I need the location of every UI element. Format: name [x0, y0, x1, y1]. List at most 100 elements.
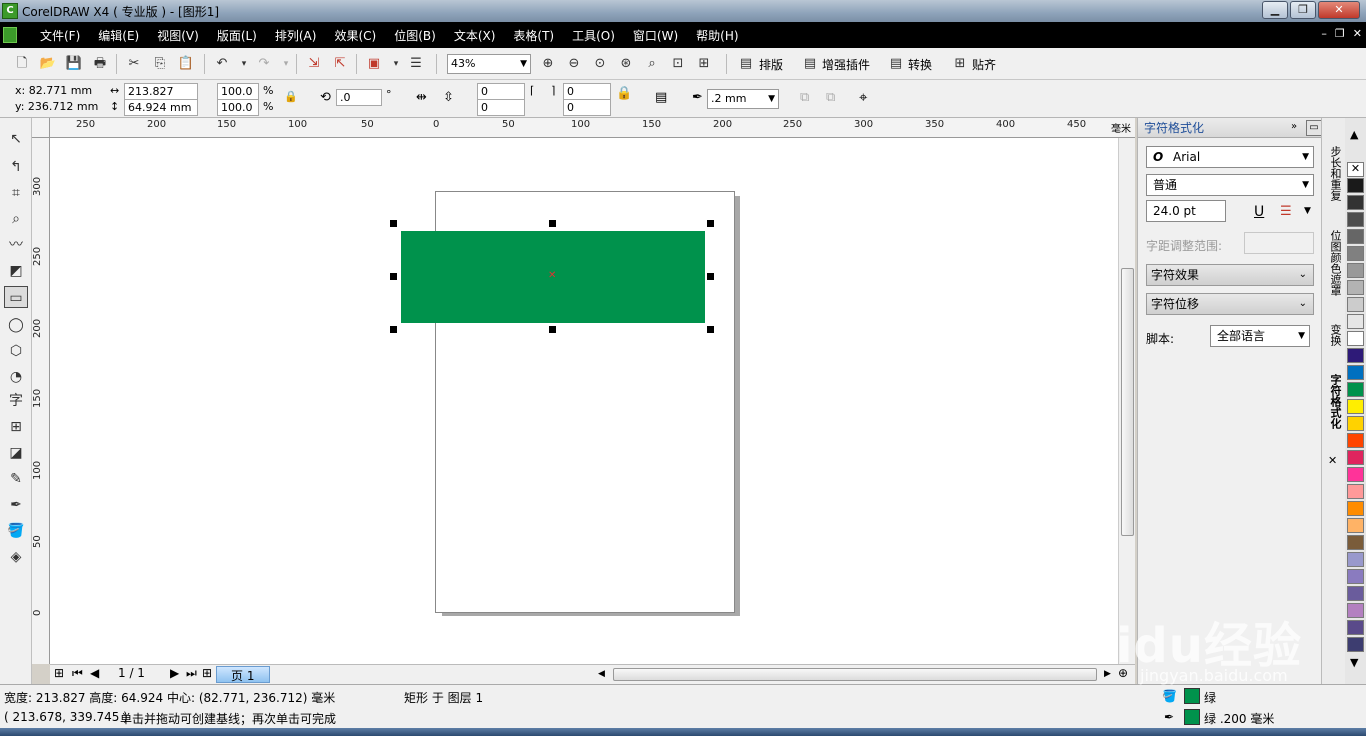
docker-expand-icon[interactable]: » — [1286, 120, 1302, 136]
color-swatch[interactable] — [1347, 501, 1364, 516]
page-tab-1[interactable]: 页 1 — [216, 666, 270, 683]
selection-handle[interactable] — [707, 220, 714, 227]
zoom-selected-icon[interactable]: ⊙ — [590, 54, 610, 74]
underline-icon[interactable]: U — [1254, 204, 1264, 220]
typeset-icon[interactable]: ▤ — [736, 54, 756, 74]
smart-fill-tool-icon[interactable]: ◩ — [4, 260, 28, 282]
selection-handle[interactable] — [549, 326, 556, 333]
print-icon[interactable]: 🖶 — [90, 54, 110, 74]
text-tool-icon[interactable]: 字 — [4, 390, 28, 412]
enhance-plugin-button[interactable]: 增强插件 — [822, 56, 870, 73]
close-tab-icon[interactable]: ✕ — [1328, 454, 1337, 467]
character-shift-section[interactable]: 字符位移 ⌄ — [1146, 293, 1314, 315]
scroll-left-icon[interactable]: ◀ — [598, 669, 605, 679]
color-swatch[interactable] — [1347, 569, 1364, 584]
color-swatch[interactable] — [1347, 246, 1364, 261]
script-select[interactable]: 全部语言 ▼ — [1210, 325, 1310, 347]
font-style-select[interactable]: 普通 ▼ — [1146, 174, 1314, 196]
horizontal-ruler[interactable]: 250 200 150 100 50 0 50 100 150 200 250 … — [50, 118, 1135, 138]
welcome-screen-icon[interactable]: ☰ — [406, 54, 426, 74]
outline-width-select[interactable]: .2 mm ▼ — [707, 89, 779, 109]
rotation-angle-field[interactable]: .0 — [336, 89, 382, 106]
rotation-center-icon[interactable]: ✕ — [548, 270, 556, 281]
selection-handle[interactable] — [707, 273, 714, 280]
lock-ratio-icon[interactable]: 🔒 — [284, 90, 298, 103]
color-swatch[interactable] — [1347, 195, 1364, 210]
interactive-fill-tool-icon[interactable]: ◈ — [4, 546, 28, 568]
scale-width-field[interactable]: 100.0 — [217, 83, 259, 100]
eyedropper-tool-icon[interactable]: ✎ — [4, 468, 28, 490]
selection-handle[interactable] — [390, 220, 397, 227]
menu-window[interactable]: 窗口(W) — [624, 27, 687, 44]
zoom-out-icon[interactable]: ⊖ — [564, 54, 584, 74]
copy-icon[interactable]: ⎘ — [150, 54, 170, 74]
menu-view[interactable]: 视图(V) — [148, 27, 208, 44]
cut-icon[interactable]: ✂ — [124, 54, 144, 74]
redo-dropdown-icon[interactable]: ▾ — [276, 54, 296, 74]
zoom-tool-icon[interactable]: ⌕ — [4, 208, 28, 230]
tab-step-and-repeat[interactable]: 步长和重复 — [1325, 146, 1343, 201]
color-swatch[interactable] — [1347, 552, 1364, 567]
zoom-page-icon[interactable]: ⌕ — [642, 54, 662, 74]
font-family-select[interactable]: O Arial ▼ — [1146, 146, 1314, 168]
selection-handle[interactable] — [390, 273, 397, 280]
color-swatch[interactable] — [1347, 365, 1364, 380]
shape-tool-icon[interactable]: ↰ — [4, 156, 28, 178]
mirror-horizontal-icon[interactable]: ⇹ — [416, 90, 427, 105]
zoom-page-height-icon[interactable]: ⊞ — [694, 54, 714, 74]
vertical-ruler[interactable]: 300 250 200 150 100 50 0 — [32, 138, 50, 664]
drawing-canvas[interactable]: ✕ — [50, 138, 1118, 664]
color-swatch[interactable] — [1347, 212, 1364, 227]
next-page-icon[interactable]: ▶ — [170, 666, 179, 680]
wrap-text-icon[interactable]: ▤ — [655, 90, 667, 105]
zoom-in-icon[interactable]: ⊕ — [538, 54, 558, 74]
palette-scroll-down-icon[interactable]: ▼ — [1350, 656, 1358, 669]
to-back-icon[interactable]: ⧉ — [826, 90, 835, 105]
snap-icon[interactable]: ⊞ — [950, 54, 970, 74]
color-swatch[interactable] — [1347, 314, 1364, 329]
outline-color-chip[interactable] — [1184, 709, 1200, 725]
vertical-scroll-thumb[interactable] — [1121, 268, 1134, 536]
menu-text[interactable]: 文本(X) — [445, 27, 505, 44]
object-height-field[interactable]: 64.924 mm — [124, 99, 198, 116]
color-swatch[interactable] — [1347, 297, 1364, 312]
ellipse-tool-icon[interactable]: ◯ — [4, 314, 28, 336]
add-page-after-icon[interactable]: ⊞ — [202, 666, 212, 680]
new-document-icon[interactable]: 🗋 — [12, 54, 32, 74]
doc-minimize-icon[interactable]: – — [1321, 27, 1327, 40]
convert-icon[interactable]: ▤ — [886, 54, 906, 74]
maximize-button[interactable]: ❐ — [1290, 1, 1316, 19]
character-effects-section[interactable]: 字符效果 ⌄ — [1146, 264, 1314, 286]
color-swatch[interactable] — [1347, 620, 1364, 635]
typeset-button[interactable]: 排版 — [759, 56, 783, 73]
color-swatch[interactable] — [1347, 518, 1364, 533]
tab-bitmap-color-mask[interactable]: 位图颜色遮罩 — [1325, 230, 1343, 296]
color-swatch[interactable] — [1347, 416, 1364, 431]
ruler-origin[interactable] — [32, 118, 50, 138]
rectangle-tool-icon[interactable]: ▭ — [4, 286, 28, 308]
object-width-field[interactable]: 213.827 mm — [124, 83, 198, 113]
fill-tool-icon[interactable]: 🪣 — [4, 520, 28, 542]
convert-to-curves-icon[interactable]: ⌖ — [859, 88, 867, 106]
color-swatch[interactable] — [1347, 433, 1364, 448]
color-swatch[interactable] — [1347, 637, 1364, 652]
zoom-all-objects-icon[interactable]: ⊛ — [616, 54, 636, 74]
selection-handle[interactable] — [707, 326, 714, 333]
open-folder-icon[interactable]: 📂 — [38, 54, 58, 74]
pick-tool-icon[interactable]: ↖ — [4, 128, 28, 150]
table-tool-icon[interactable]: ⊞ — [4, 416, 28, 438]
corner-radius-bottom-left-field[interactable]: 0 — [477, 99, 525, 116]
import-icon[interactable]: ⇲ — [304, 54, 324, 74]
kerning-range-field[interactable] — [1244, 232, 1314, 254]
x-position-field[interactable]: x: 82.771 mm — [12, 83, 100, 100]
last-page-icon[interactable]: ⏭ — [186, 666, 197, 681]
document-icon[interactable] — [3, 27, 17, 43]
strikethrough-icon[interactable]: ☰ — [1280, 204, 1292, 219]
previous-page-icon[interactable]: ◀ — [90, 666, 99, 680]
coreldraw-app-icon[interactable]: C — [2, 3, 18, 19]
corner-radius-top-left-field[interactable]: 0 — [477, 83, 525, 100]
doc-restore-icon[interactable]: ❐ — [1335, 27, 1345, 40]
menu-help[interactable]: 帮助(H) — [687, 27, 747, 44]
color-swatch[interactable] — [1347, 399, 1364, 414]
launcher-dropdown-icon[interactable]: ▾ — [386, 54, 406, 74]
